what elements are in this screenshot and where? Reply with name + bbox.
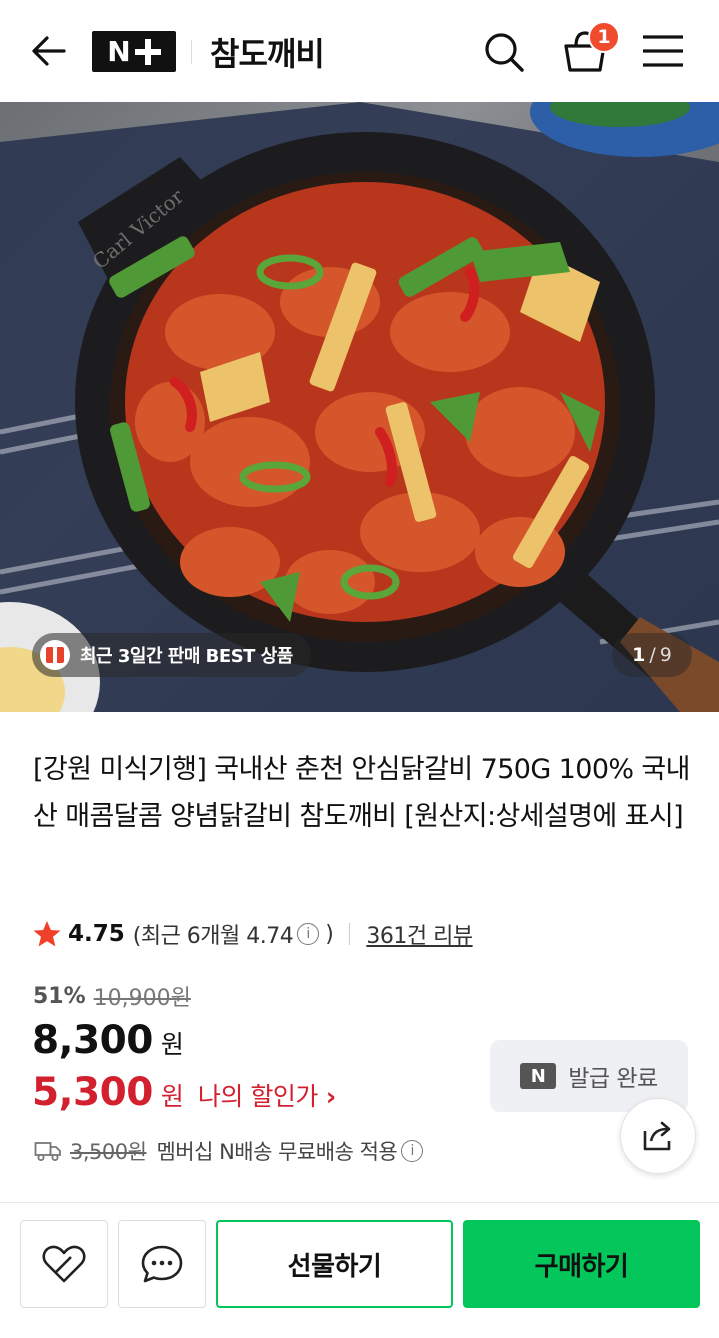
coupon-status-label: 발급 완료 <box>568 1066 658 1092</box>
sale-price-unit: 원 <box>160 1030 184 1059</box>
info-icon[interactable]: i <box>297 923 320 945</box>
image-page-indicator: 1 / 9 <box>612 633 692 677</box>
rating-row: 4.75 (최근 6개월 4.74 i ) 361건 리뷰 <box>32 914 473 954</box>
share-button[interactable] <box>620 1098 696 1174</box>
sale-price-number: 8,300 <box>32 1018 153 1063</box>
header-divider <box>191 40 192 64</box>
page-total: 9 <box>659 644 672 666</box>
bottom-bar-divider <box>0 1202 719 1203</box>
back-arrow-icon[interactable] <box>28 30 70 72</box>
star-icon <box>33 921 61 947</box>
page-separator: / <box>649 644 656 666</box>
discount-percent: 51% <box>33 983 86 1009</box>
truck-icon <box>34 1142 61 1161</box>
recent-rating-text: (최근 6개월 4.74 <box>132 924 294 949</box>
gift-button[interactable]: 선물하기 <box>216 1220 453 1308</box>
best-seller-chip: 최근 3일간 판매 BEST 상품 <box>32 633 311 677</box>
talk-chat-button[interactable] <box>118 1220 206 1308</box>
my-price-label: 나의 할인가 <box>197 1082 318 1111</box>
shipping-info: 3,500원 멤버십 N배송 무료배송 적용 i <box>34 1136 429 1166</box>
shipping-text: 멤버십 N배송 무료배송 적용 <box>156 1140 398 1164</box>
my-price-number: 5,300 <box>32 1070 153 1115</box>
product-title: [강원 미식기행] 국내산 춘천 안심닭갈비 750G 100% 국내산 매콤달… <box>33 754 691 832</box>
plus-icon <box>134 38 161 65</box>
recent-rating-close: ) <box>325 921 334 947</box>
cart-count-badge: 1 <box>588 21 620 53</box>
rating-value: 4.75 <box>68 921 125 947</box>
my-price-unit: 원 <box>160 1082 184 1111</box>
my-discount-price[interactable]: 5,300 원 나의 할인가 › <box>32 1070 336 1115</box>
rating-divider <box>349 923 351 945</box>
best-seller-label: 최근 3일간 판매 BEST 상품 <box>80 646 293 667</box>
heart-icon <box>42 1245 86 1283</box>
wishlist-button[interactable] <box>20 1220 108 1308</box>
product-image-carousel[interactable]: Carl Victor 최근 3일간 판매 BEST 상품 1 / 9 <box>0 102 719 712</box>
naver-coupon-icon: N <box>520 1063 557 1089</box>
review-count-link[interactable]: 361건 리뷰 <box>366 918 473 950</box>
discount-row: 51% 10,900원 <box>33 980 191 1012</box>
sale-price: 8,300 원 <box>32 1018 184 1063</box>
gift-icon <box>40 640 70 670</box>
naver-plus-logo[interactable]: N <box>92 31 176 72</box>
search-icon[interactable] <box>482 30 526 74</box>
hamburger-menu-icon[interactable] <box>640 32 686 70</box>
share-icon <box>643 1121 671 1151</box>
buy-button[interactable]: 구매하기 <box>463 1220 700 1308</box>
logo-letter: N <box>107 35 131 68</box>
store-name[interactable]: 참도깨비 <box>210 29 325 75</box>
shipping-original-fee: 3,500원 <box>70 1140 147 1164</box>
page-current: 1 <box>632 644 646 666</box>
product-photo: Carl Victor <box>0 102 719 712</box>
top-header: N 참도깨비 1 <box>0 0 719 102</box>
chevron-right-icon: › <box>325 1082 337 1111</box>
chat-bubble-icon <box>141 1245 183 1283</box>
original-price: 10,900원 <box>93 986 191 1011</box>
shipping-info-icon[interactable]: i <box>401 1140 424 1162</box>
